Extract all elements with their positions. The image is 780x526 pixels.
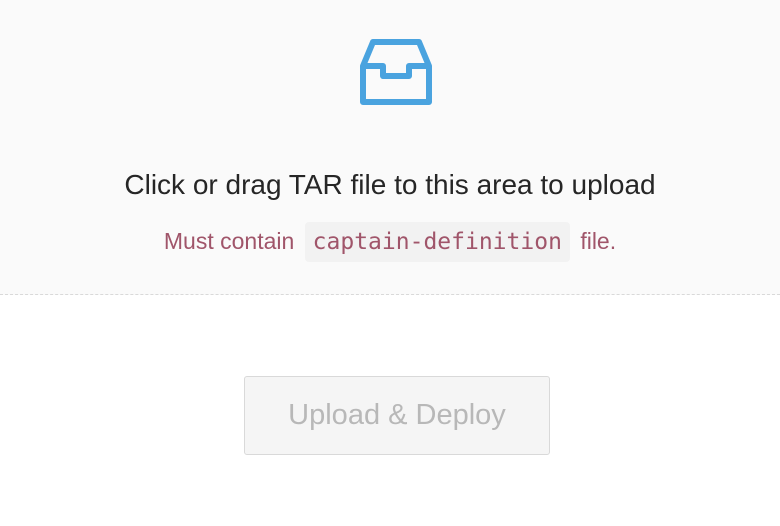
upload-dropzone[interactable]: Click or drag TAR file to this area to u…	[0, 0, 780, 295]
upload-deploy-button[interactable]: Upload & Deploy	[244, 376, 550, 455]
hint-code: captain-definition	[304, 222, 570, 262]
inbox-icon	[360, 39, 432, 105]
hint-suffix: file.	[580, 228, 617, 254]
upload-hint: Must contain captain-definition file.	[0, 221, 780, 262]
upload-instruction: Click or drag TAR file to this area to u…	[124, 169, 656, 200]
hint-prefix: Must contain	[163, 228, 295, 254]
